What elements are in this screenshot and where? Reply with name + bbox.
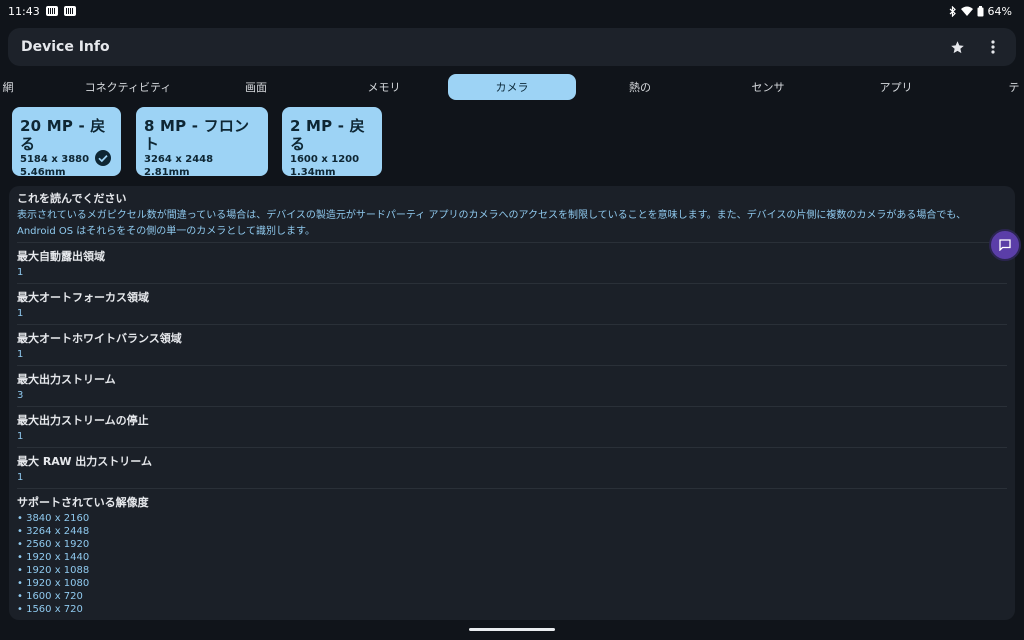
property-row: 最大自動露出領域 1: [17, 242, 1007, 283]
camera-card-front-8mp[interactable]: 8 MP - フロント 3264 x 2448 2.81mm: [136, 107, 268, 178]
battery-icon: [977, 5, 984, 17]
property-label: 最大出力ストリームの停止: [17, 414, 149, 427]
tab-memory[interactable]: メモリ: [320, 74, 448, 100]
list-item: • 3264 x 2448: [17, 526, 90, 537]
app-bar-actions: [948, 38, 1002, 56]
camera-title: 2 MP - 戻る: [290, 117, 365, 153]
wifi-icon: [960, 6, 973, 16]
app-title: Device Info: [21, 39, 110, 55]
notice-title: これを読んでください: [17, 192, 127, 205]
tab-label: カメラ: [495, 81, 529, 94]
resolution-list: • 3840 x 2160 • 3264 x 2448 • 2560 x 192…: [17, 512, 1007, 616]
camera-details-panel[interactable]: これを読んでください 表示されているメガピクセル数が間違っている場合は、デバイス…: [9, 186, 1015, 620]
status-right: 64%: [949, 5, 1012, 18]
list-item: • 2560 x 1920: [17, 539, 90, 550]
tab-test[interactable]: テ: [950, 74, 1024, 100]
tab-thermal[interactable]: 熱の: [576, 74, 704, 100]
notification-icon: [45, 6, 58, 16]
floating-feedback-button[interactable]: [989, 229, 1021, 261]
camera-title: 8 MP - フロント: [144, 117, 250, 153]
property-value: 1: [17, 267, 24, 278]
tab-sensors[interactable]: センサ: [704, 74, 832, 100]
chat-icon: [999, 236, 1011, 255]
tab-label: 熱の: [629, 81, 651, 94]
navigation-gesture-bar[interactable]: [469, 628, 555, 631]
camera-focal-length: 1.34mm: [290, 167, 336, 178]
property-value: 1: [17, 431, 24, 442]
property-label: 最大 RAW 出力ストリーム: [17, 455, 152, 468]
tab-bar: 網 コネクティビティ 画面 メモリ カメラ 熱の センサ アプリ テ: [0, 74, 1024, 100]
status-left: 11:43: [8, 5, 76, 18]
camera-card-rear-2mp[interactable]: 2 MP - 戻る 1600 x 1200 1.34mm: [282, 107, 382, 178]
bluetooth-icon: [949, 5, 957, 17]
tab-label: メモリ: [367, 81, 401, 94]
tab-label: アプリ: [879, 81, 913, 94]
tab-label: センサ: [751, 81, 785, 94]
list-item: • 1920 x 1080: [17, 578, 90, 589]
app-bar: Device Info: [8, 28, 1016, 66]
tab-label: 網: [2, 81, 14, 94]
camera-resolution: 3264 x 2448: [144, 154, 214, 165]
more-vert-icon[interactable]: [984, 38, 1002, 56]
property-label: 最大自動露出領域: [17, 250, 105, 263]
status-time: 11:43: [8, 4, 40, 18]
tab-network[interactable]: 網: [0, 74, 72, 100]
tab-camera[interactable]: カメラ: [448, 74, 576, 100]
tab-display[interactable]: 画面: [192, 74, 320, 100]
property-label: サポートされている解像度: [17, 496, 149, 509]
list-item: • 1560 x 720: [17, 604, 83, 615]
list-item: • 1600 x 720: [17, 591, 83, 602]
list-item: • 1920 x 1440: [17, 552, 90, 563]
tab-apps[interactable]: アプリ: [832, 74, 960, 100]
check-circle-icon: [95, 150, 111, 170]
property-value: 3: [17, 390, 24, 401]
status-bar: 11:43 64%: [0, 0, 1024, 22]
property-row: 最大 RAW 出力ストリーム 1: [17, 447, 1007, 488]
property-row: 最大出力ストリームの停止 1: [17, 406, 1007, 447]
property-value: 1: [17, 472, 24, 483]
tab-label: 画面: [245, 81, 267, 94]
supported-resolutions: サポートされている解像度 • 3840 x 2160 • 3264 x 2448…: [17, 488, 1007, 616]
notification-icon: [63, 6, 76, 16]
star-icon[interactable]: [948, 38, 966, 56]
property-row: 最大オートフォーカス領域 1: [17, 283, 1007, 324]
property-row: 最大オートホワイトバランス領域 1: [17, 324, 1007, 365]
battery-percent: 64%: [987, 4, 1012, 18]
tab-label: テ: [1008, 81, 1020, 94]
camera-resolution: 1600 x 1200: [290, 154, 360, 165]
camera-card-rear-20mp[interactable]: 20 MP - 戻る 5184 x 3880 5.46mm: [12, 107, 121, 178]
property-label: 最大オートフォーカス領域: [17, 291, 149, 304]
notice-body: 表示されているメガピクセル数が間違っている場合は、デバイスの製造元がサードパーテ…: [17, 210, 967, 237]
list-item: • 3840 x 2160: [17, 513, 90, 524]
camera-title: 20 MP - 戻る: [20, 117, 106, 153]
camera-focal-length: 2.81mm: [144, 167, 190, 178]
property-label: 最大オートホワイトバランス領域: [17, 332, 182, 345]
property-value: 1: [17, 308, 24, 319]
property-row: 最大出力ストリーム 3: [17, 365, 1007, 406]
property-label: 最大出力ストリーム: [17, 373, 116, 386]
tab-label: コネクティビティ: [84, 81, 172, 94]
property-value: 1: [17, 349, 24, 360]
tab-connectivity[interactable]: コネクティビティ: [64, 74, 192, 100]
list-item: • 1920 x 1088: [17, 565, 90, 576]
